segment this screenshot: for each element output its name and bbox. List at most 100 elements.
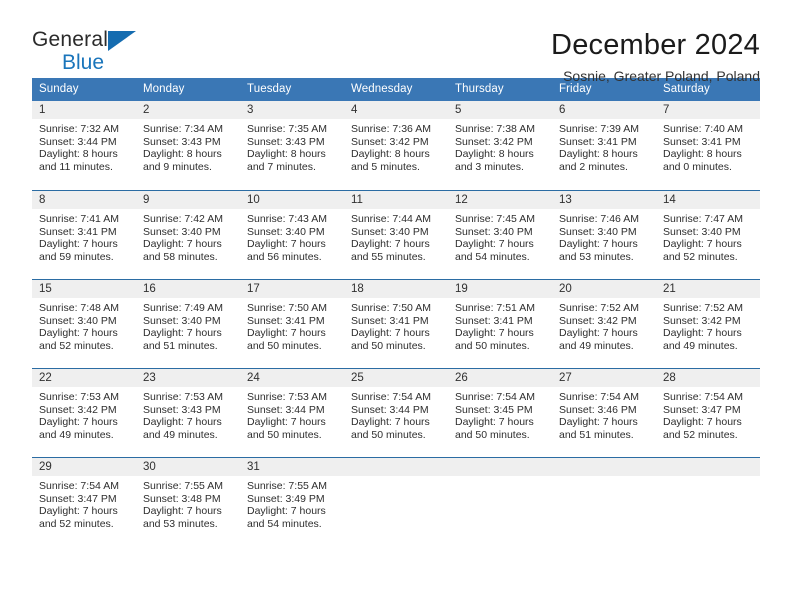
calendar-day-cell[interactable]: 21 Sunrise: 7:52 AM Sunset: 3:42 PM Dayligh… xyxy=(656,279,760,368)
calendar-day-cell[interactable]: 2 Sunrise: 7:34 AM Sunset: 3:43 PM Daylight… xyxy=(136,101,240,190)
sunrise-text: Sunrise: 7:52 AM xyxy=(559,302,639,314)
daylight-text-line2: and 5 minutes. xyxy=(351,160,420,173)
sunset-text: Sunset: 3:40 PM xyxy=(559,225,637,238)
sunrise-text: Sunrise: 7:54 AM xyxy=(39,480,119,492)
sunrise-text: Sunrise: 7:45 AM xyxy=(455,213,535,225)
day-details: Sunrise: 7:54 AM Sunset: 3:47 PM Daylight:… xyxy=(656,387,760,441)
day-number: 26 xyxy=(448,369,552,387)
calendar-day-cell[interactable]: 6 Sunrise: 7:39 AM Sunset: 3:41 PM Daylight… xyxy=(552,101,656,190)
sunrise-text: Sunrise: 7:48 AM xyxy=(39,302,119,314)
day-details: Sunrise: 7:44 AM Sunset: 3:40 PM Daylight:… xyxy=(344,209,448,263)
sunrise-text: Sunrise: 7:51 AM xyxy=(455,302,535,314)
calendar-day-cell[interactable]: 7 Sunrise: 7:40 AM Sunset: 3:41 PM Daylight… xyxy=(656,101,760,190)
day-number xyxy=(656,458,760,476)
day-details: Sunrise: 7:52 AM Sunset: 3:42 PM Daylight:… xyxy=(656,298,760,352)
day-details: Sunrise: 7:46 AM Sunset: 3:40 PM Daylight:… xyxy=(552,209,656,263)
calendar-day-cell[interactable]: 28 Sunrise: 7:54 AM Sunset: 3:47 PM Dayligh… xyxy=(656,368,760,457)
day-details: Sunrise: 7:38 AM Sunset: 3:42 PM Daylight:… xyxy=(448,119,552,173)
sunset-text: Sunset: 3:44 PM xyxy=(39,135,117,148)
logo-triangle-icon xyxy=(108,31,136,51)
calendar-day-cell[interactable]: 22 Sunrise: 7:53 AM Sunset: 3:42 PM Dayligh… xyxy=(32,368,136,457)
calendar-day-cell[interactable]: 12 Sunrise: 7:45 AM Sunset: 3:40 PM Dayligh… xyxy=(448,190,552,279)
daylight-text-line2: and 52 minutes. xyxy=(663,428,738,441)
calendar-day-cell[interactable]: 4 Sunrise: 7:36 AM Sunset: 3:42 PM Daylight… xyxy=(344,101,448,190)
day-details: Sunrise: 7:39 AM Sunset: 3:41 PM Daylight:… xyxy=(552,119,656,173)
calendar-day-cell[interactable]: 13 Sunrise: 7:46 AM Sunset: 3:40 PM Dayligh… xyxy=(552,190,656,279)
sunset-text: Sunset: 3:41 PM xyxy=(39,225,117,238)
calendar-day-cell[interactable]: 16 Sunrise: 7:49 AM Sunset: 3:40 PM Dayligh… xyxy=(136,279,240,368)
day-number: 6 xyxy=(552,101,656,119)
day-number: 11 xyxy=(344,191,448,209)
day-details: Sunrise: 7:51 AM Sunset: 3:41 PM Daylight:… xyxy=(448,298,552,352)
calendar-day-cell[interactable]: 26 Sunrise: 7:54 AM Sunset: 3:45 PM Dayligh… xyxy=(448,368,552,457)
calendar-day-cell[interactable]: 19 Sunrise: 7:51 AM Sunset: 3:41 PM Dayligh… xyxy=(448,279,552,368)
sunrise-text: Sunrise: 7:55 AM xyxy=(143,480,223,492)
sunset-text: Sunset: 3:48 PM xyxy=(143,492,221,505)
daylight-text-line2: and 50 minutes. xyxy=(351,339,426,352)
daylight-text-line2: and 49 minutes. xyxy=(39,428,114,441)
calendar-day-cell[interactable]: 23 Sunrise: 7:53 AM Sunset: 3:43 PM Dayligh… xyxy=(136,368,240,457)
calendar-day-cell[interactable]: 15 Sunrise: 7:48 AM Sunset: 3:40 PM Dayligh… xyxy=(32,279,136,368)
daylight-text-line1: Daylight: 7 hours xyxy=(143,238,222,251)
daylight-text-line2: and 53 minutes. xyxy=(143,517,218,530)
sunset-text: Sunset: 3:43 PM xyxy=(143,135,221,148)
calendar-day-cell[interactable]: 11 Sunrise: 7:44 AM Sunset: 3:40 PM Dayligh… xyxy=(344,190,448,279)
calendar-day-cell[interactable]: 3 Sunrise: 7:35 AM Sunset: 3:43 PM Daylight… xyxy=(240,101,344,190)
calendar-day-cell[interactable]: 20 Sunrise: 7:52 AM Sunset: 3:42 PM Dayligh… xyxy=(552,279,656,368)
sunrise-text: Sunrise: 7:50 AM xyxy=(247,302,327,314)
day-number xyxy=(448,458,552,476)
sunrise-text: Sunrise: 7:34 AM xyxy=(143,123,223,135)
daylight-text-line1: Daylight: 7 hours xyxy=(559,238,638,251)
sunrise-text: Sunrise: 7:53 AM xyxy=(143,391,223,403)
sunset-text: Sunset: 3:45 PM xyxy=(455,403,533,416)
calendar-week-row: 15 Sunrise: 7:48 AM Sunset: 3:40 PM Dayligh… xyxy=(32,279,760,368)
daylight-text-line1: Daylight: 8 hours xyxy=(559,148,638,161)
calendar-week-row: 22 Sunrise: 7:53 AM Sunset: 3:42 PM Dayligh… xyxy=(32,368,760,457)
calendar-day-cell[interactable]: 18 Sunrise: 7:50 AM Sunset: 3:41 PM Dayligh… xyxy=(344,279,448,368)
sunset-text: Sunset: 3:40 PM xyxy=(351,225,429,238)
calendar-day-cell[interactable]: 17 Sunrise: 7:50 AM Sunset: 3:41 PM Dayligh… xyxy=(240,279,344,368)
calendar-day-cell[interactable]: 29 Sunrise: 7:54 AM Sunset: 3:47 PM Dayligh… xyxy=(32,457,136,546)
day-number: 14 xyxy=(656,191,760,209)
sunrise-text: Sunrise: 7:32 AM xyxy=(39,123,119,135)
calendar-day-cell[interactable]: 30 Sunrise: 7:55 AM Sunset: 3:48 PM Dayligh… xyxy=(136,457,240,546)
daylight-text-line1: Daylight: 7 hours xyxy=(455,238,534,251)
calendar-day-cell[interactable]: 14 Sunrise: 7:47 AM Sunset: 3:40 PM Dayligh… xyxy=(656,190,760,279)
sunset-text: Sunset: 3:41 PM xyxy=(455,314,533,327)
calendar-day-cell[interactable]: 5 Sunrise: 7:38 AM Sunset: 3:42 PM Daylight… xyxy=(448,101,552,190)
calendar-day-cell[interactable]: 24 Sunrise: 7:53 AM Sunset: 3:44 PM Dayligh… xyxy=(240,368,344,457)
day-number: 23 xyxy=(136,369,240,387)
sunset-text: Sunset: 3:42 PM xyxy=(455,135,533,148)
daylight-text-line1: Daylight: 7 hours xyxy=(143,505,222,518)
calendar-day-cell[interactable]: 25 Sunrise: 7:54 AM Sunset: 3:44 PM Dayligh… xyxy=(344,368,448,457)
calendar-day-cell[interactable]: 8 Sunrise: 7:41 AM Sunset: 3:41 PM Daylight… xyxy=(32,190,136,279)
daylight-text-line2: and 50 minutes. xyxy=(351,428,426,441)
calendar-day-cell[interactable]: 31 Sunrise: 7:55 AM Sunset: 3:49 PM Dayligh… xyxy=(240,457,344,546)
daylight-text-line2: and 53 minutes. xyxy=(559,250,634,263)
sunset-text: Sunset: 3:40 PM xyxy=(143,225,221,238)
sunset-text: Sunset: 3:40 PM xyxy=(39,314,117,327)
sunset-text: Sunset: 3:40 PM xyxy=(143,314,221,327)
daylight-text-line1: Daylight: 7 hours xyxy=(39,505,118,518)
calendar-day-cell[interactable]: 10 Sunrise: 7:43 AM Sunset: 3:40 PM Dayligh… xyxy=(240,190,344,279)
calendar-day-cell[interactable]: 9 Sunrise: 7:42 AM Sunset: 3:40 PM Daylight… xyxy=(136,190,240,279)
calendar-day-cell[interactable]: 27 Sunrise: 7:54 AM Sunset: 3:46 PM Dayligh… xyxy=(552,368,656,457)
day-details: Sunrise: 7:54 AM Sunset: 3:47 PM Daylight:… xyxy=(32,476,136,530)
day-number: 31 xyxy=(240,458,344,476)
day-details: Sunrise: 7:48 AM Sunset: 3:40 PM Daylight:… xyxy=(32,298,136,352)
daylight-text-line2: and 0 minutes. xyxy=(663,160,732,173)
calendar-day-cell[interactable]: 1 Sunrise: 7:32 AM Sunset: 3:44 PM Daylight… xyxy=(32,101,136,190)
daylight-text-line1: Daylight: 7 hours xyxy=(455,416,534,429)
logo-text-blue: Blue xyxy=(62,51,105,74)
daylight-text-line1: Daylight: 7 hours xyxy=(351,416,430,429)
day-details: Sunrise: 7:49 AM Sunset: 3:40 PM Daylight:… xyxy=(136,298,240,352)
sunrise-text: Sunrise: 7:52 AM xyxy=(663,302,743,314)
sunrise-text: Sunrise: 7:39 AM xyxy=(559,123,639,135)
calendar-week-row: 8 Sunrise: 7:41 AM Sunset: 3:41 PM Daylight… xyxy=(32,190,760,279)
day-number: 24 xyxy=(240,369,344,387)
sunset-text: Sunset: 3:46 PM xyxy=(559,403,637,416)
sunset-text: Sunset: 3:40 PM xyxy=(663,225,741,238)
sunset-text: Sunset: 3:43 PM xyxy=(247,135,325,148)
general-blue-logo[interactable]: General Blue xyxy=(32,28,142,80)
day-details: Sunrise: 7:36 AM Sunset: 3:42 PM Daylight:… xyxy=(344,119,448,173)
